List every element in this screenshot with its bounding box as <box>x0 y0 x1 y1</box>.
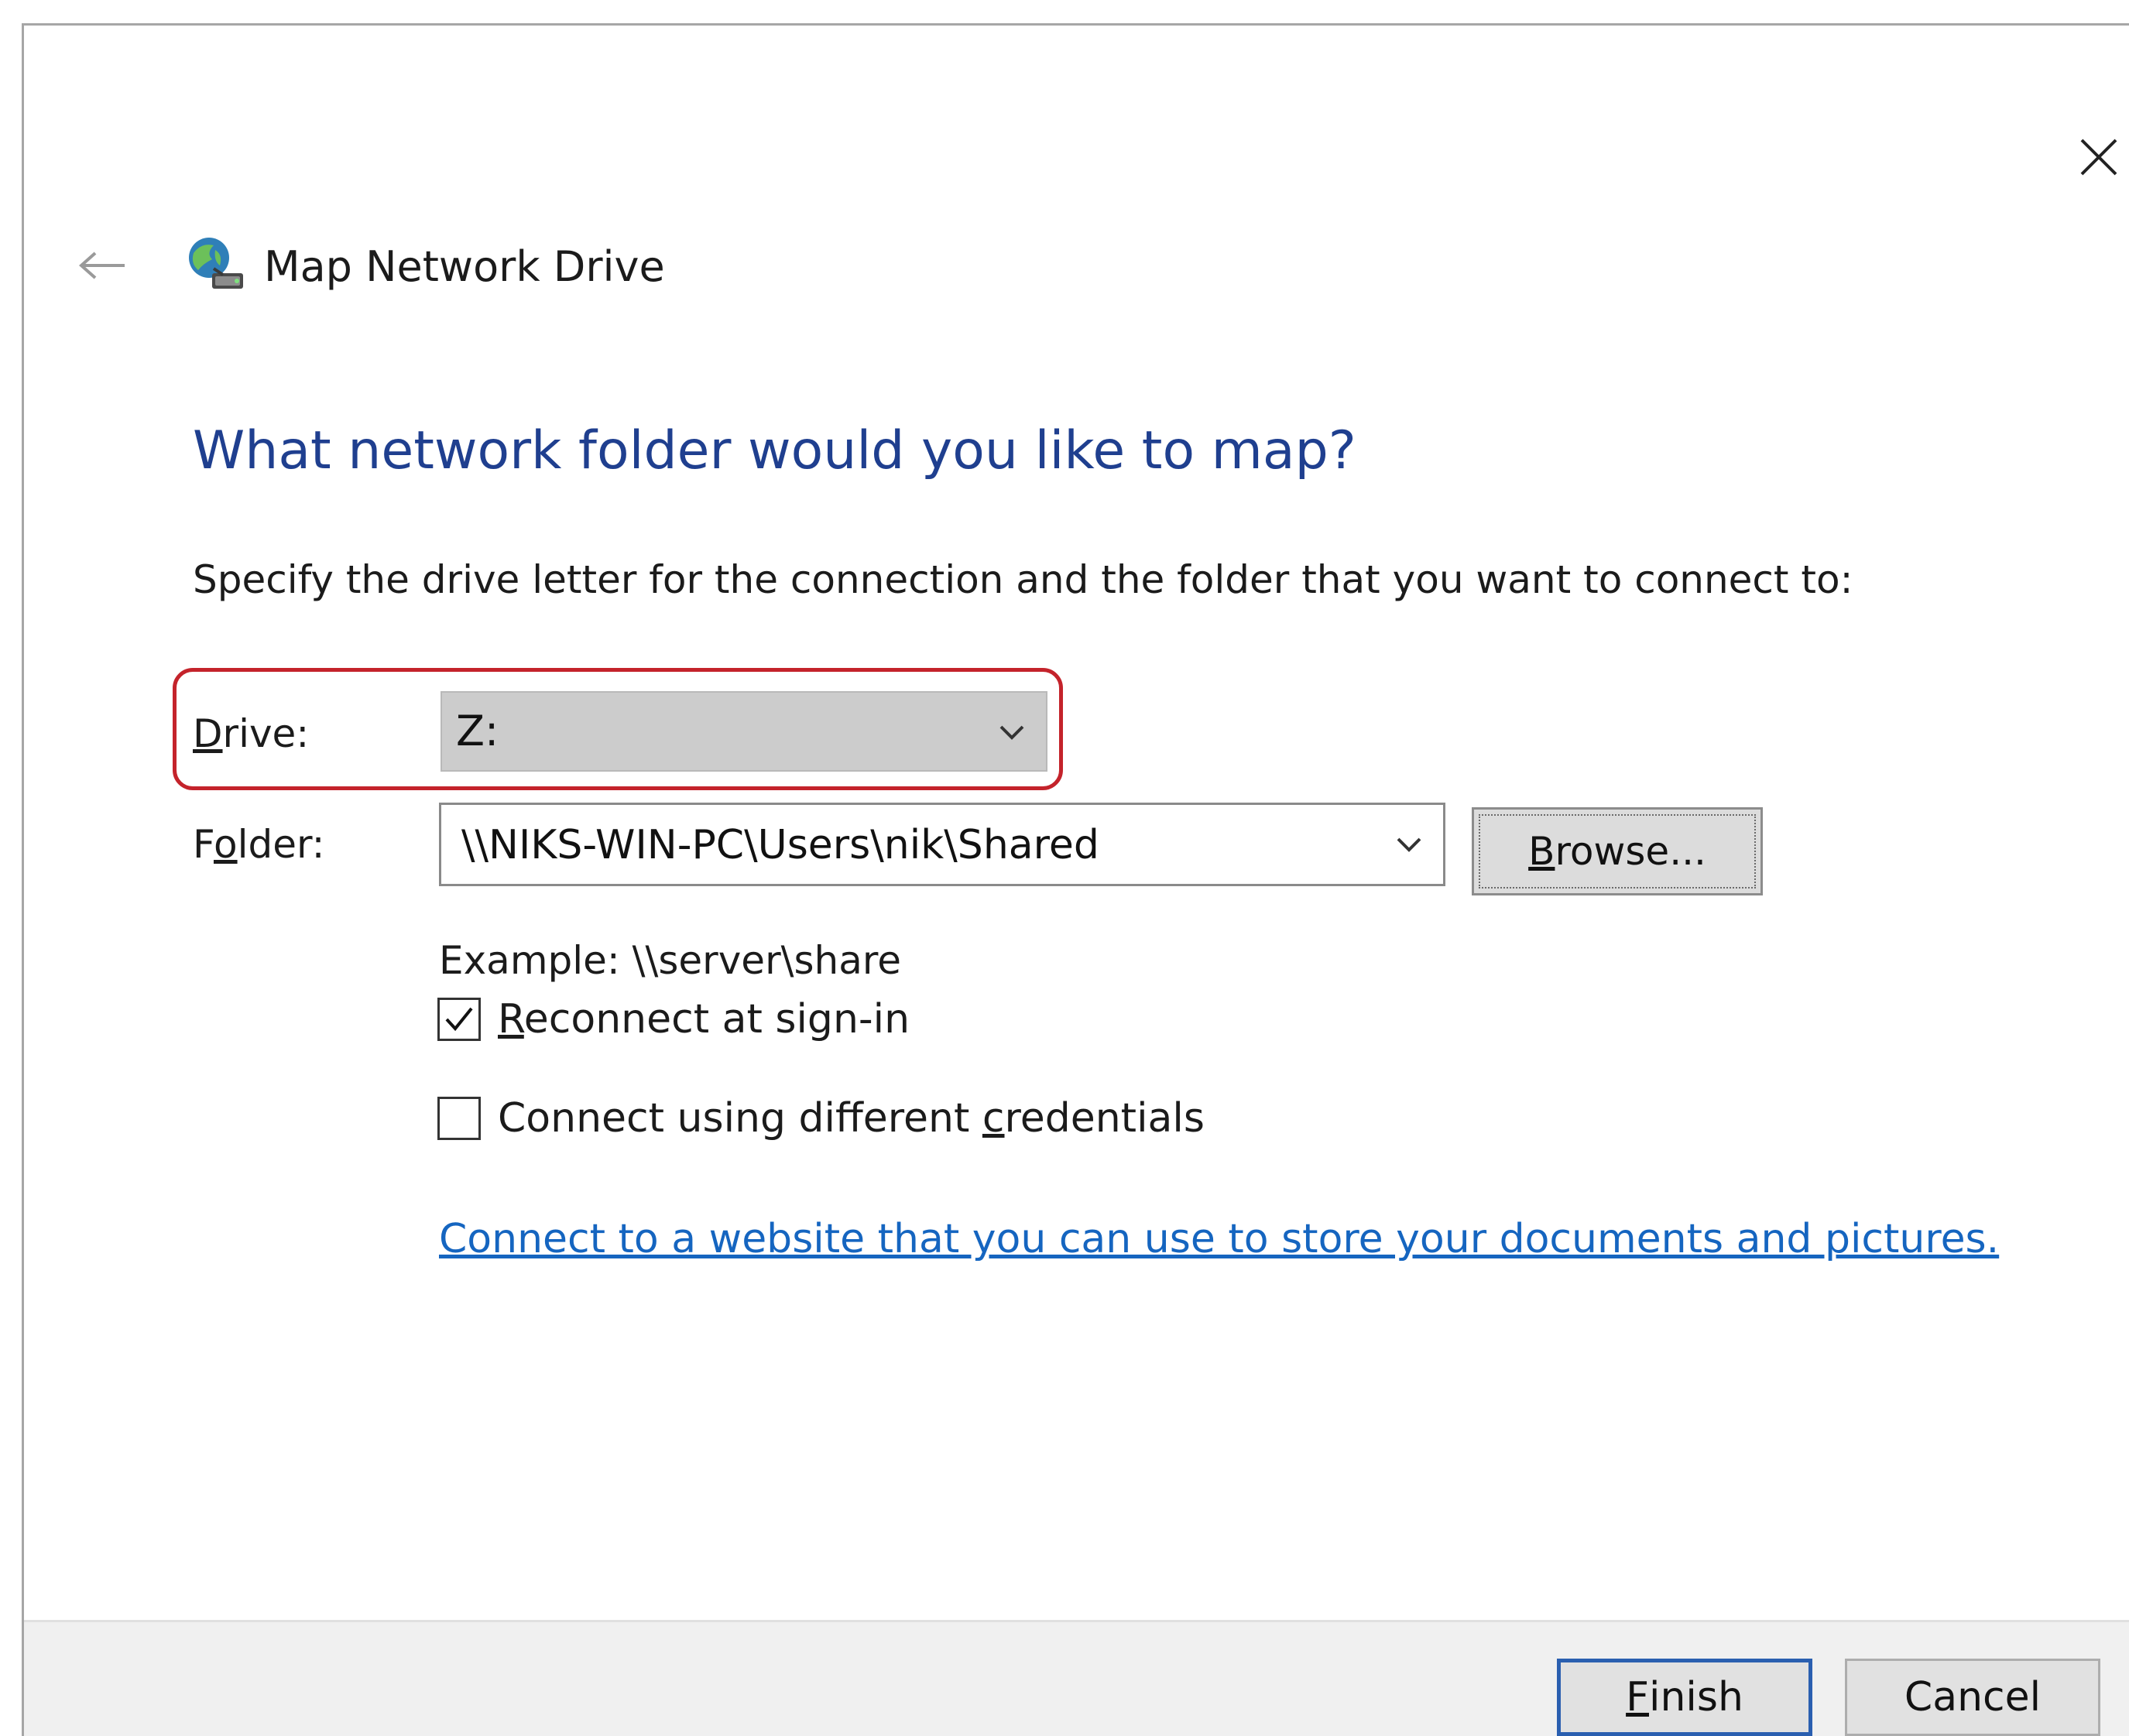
finish-button[interactable]: Finish <box>1557 1659 1812 1736</box>
credentials-label: Connect using different credentials <box>498 1087 1205 1149</box>
folder-combobox[interactable]: \\NIKS-WIN-PC\Users\nik\Shared <box>439 803 1445 886</box>
credentials-label-prefix: Connect using different <box>498 1095 982 1142</box>
folder-label: Folder: <box>193 813 325 875</box>
credentials-mnemonic: c <box>982 1095 1005 1142</box>
map-network-drive-dialog: Map Network Drive What network folder wo… <box>22 23 2129 1736</box>
reconnect-checkbox[interactable] <box>437 998 481 1041</box>
credentials-label-text: redentials <box>1004 1095 1205 1142</box>
drive-select[interactable]: Z: <box>441 691 1047 772</box>
reconnect-option[interactable]: Reconnect at sign-in <box>437 988 910 1050</box>
browse-button[interactable]: Browse... <box>1472 807 1763 895</box>
folder-label-text: lder: <box>237 822 325 867</box>
folder-input-value: \\NIKS-WIN-PC\Users\nik\Shared <box>461 822 1099 868</box>
reconnect-label-text: econnect at sign-in <box>523 996 910 1043</box>
website-storage-link[interactable]: Connect to a website that you can use to… <box>439 1208 1999 1270</box>
credentials-option[interactable]: Connect using different credentials <box>437 1087 1205 1149</box>
credentials-checkbox[interactable] <box>437 1097 481 1140</box>
close-button[interactable] <box>2068 126 2129 188</box>
instruction-text: Specify the drive letter for the connect… <box>193 557 1853 602</box>
dialog-title: Map Network Drive <box>264 242 665 291</box>
example-text: Example: \\server\share <box>439 938 902 983</box>
close-icon <box>2080 139 2117 176</box>
back-arrow-icon <box>78 252 125 279</box>
browse-label-text: rowse... <box>1555 829 1706 874</box>
browse-mnemonic: B <box>1528 829 1555 874</box>
drive-label-mnemonic: D <box>193 711 223 756</box>
folder-label-mnemonic: o <box>213 822 238 867</box>
dialog-footer <box>24 1620 2129 1736</box>
drive-label-text: rive: <box>222 711 310 756</box>
finish-label-text: inish <box>1649 1674 1743 1721</box>
screen: Map Network Drive What network folder wo… <box>0 0 2129 1736</box>
network-drive-icon <box>189 238 243 289</box>
cancel-button[interactable]: Cancel <box>1845 1659 2100 1736</box>
drive-label: Drive: <box>193 703 309 765</box>
finish-mnemonic: F <box>1626 1674 1649 1721</box>
back-button[interactable] <box>72 235 134 296</box>
checkmark-icon <box>445 1007 473 1032</box>
page-heading: What network folder would you like to ma… <box>193 420 1356 481</box>
chevron-down-icon <box>999 725 1024 740</box>
browse-button-label: Browse... <box>1528 829 1706 874</box>
folder-label-prefix: F <box>193 822 214 867</box>
reconnect-mnemonic: R <box>498 996 524 1043</box>
drive-select-value: Z: <box>456 707 499 755</box>
chevron-down-icon[interactable] <box>1387 823 1431 867</box>
reconnect-label: Reconnect at sign-in <box>498 988 910 1050</box>
